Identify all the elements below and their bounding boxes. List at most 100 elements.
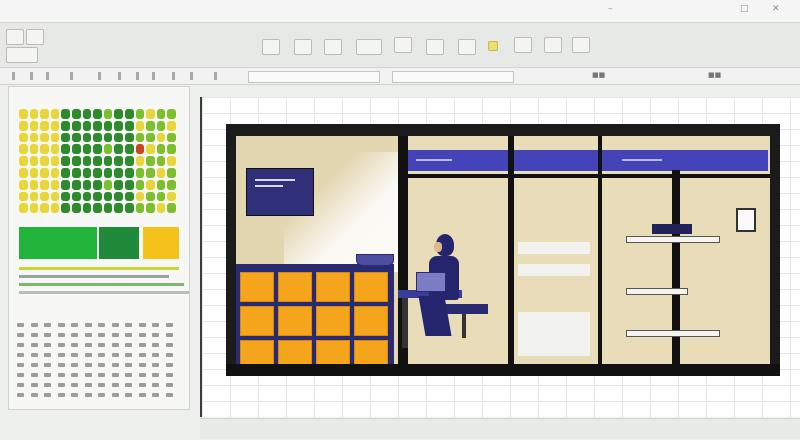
cloud-icon[interactable] — [458, 39, 476, 55]
chart-icon[interactable] — [356, 39, 382, 55]
heatmap-cell — [167, 109, 176, 119]
grid-value-mark — [152, 323, 159, 327]
maximize-icon[interactable]: □ — [740, 4, 749, 14]
dark-green-swatch[interactable] — [99, 227, 139, 259]
paste-icon[interactable] — [6, 47, 38, 63]
heatmap-cell — [40, 120, 49, 131]
heatmap-cell — [156, 109, 166, 119]
heatmap-cell — [93, 120, 102, 131]
toolbar-tick[interactable] — [190, 72, 193, 80]
toolbar-tick[interactable] — [46, 72, 49, 80]
cell-reference-box[interactable] — [248, 71, 380, 83]
print-icon[interactable] — [514, 37, 532, 53]
heatmap-cell — [146, 203, 155, 214]
shelf — [626, 236, 720, 243]
heatmap-cell — [125, 156, 134, 166]
toolbar-tick[interactable] — [136, 72, 139, 80]
grid-value-mark — [138, 363, 146, 367]
cut-icon[interactable] — [26, 29, 44, 45]
yellow-swatch[interactable] — [143, 227, 179, 259]
heatmap-cell — [103, 156, 113, 166]
zoom-icon[interactable]: ■■ — [708, 71, 721, 79]
formula-input[interactable] — [392, 71, 514, 83]
heatmap-cell — [82, 203, 92, 214]
grid-value-mark — [111, 393, 119, 397]
progress-bar — [19, 267, 179, 270]
toolbar-tick[interactable] — [172, 72, 175, 80]
grid-value-mark — [111, 363, 119, 367]
heatmap-cell — [146, 120, 155, 131]
grid-value-mark — [17, 333, 24, 337]
grid-value-mark — [111, 353, 119, 357]
toolbar-tick[interactable] — [118, 72, 121, 80]
heatmap-cell — [93, 109, 102, 119]
grid-value-mark — [17, 393, 24, 397]
title-bar: – □ ✕ — [0, 0, 800, 23]
heatmap-cell — [135, 120, 145, 131]
format-icon[interactable] — [262, 39, 280, 55]
heatmap-cell — [93, 132, 102, 143]
clipboard-icon[interactable] — [6, 29, 24, 45]
heatmap-cell — [114, 144, 123, 155]
user-icon[interactable] — [572, 37, 590, 53]
counter — [518, 312, 590, 356]
close-icon[interactable]: ✕ — [772, 4, 780, 14]
grid-value-mark — [98, 343, 105, 347]
heatmap-cell — [93, 203, 102, 214]
heatmap-cell — [82, 109, 92, 119]
heatmap-cell — [93, 179, 102, 190]
minimize-icon[interactable]: – — [608, 4, 613, 14]
bulb-icon[interactable] — [488, 41, 498, 51]
heatmap-cell — [103, 179, 113, 190]
heatmap-cell — [19, 132, 28, 143]
heatmap-cell — [103, 168, 113, 178]
toolbar-tick[interactable] — [214, 72, 217, 80]
cabinet-drawer — [316, 306, 350, 336]
progress-bar — [19, 275, 169, 278]
toolbar-tick[interactable] — [30, 72, 33, 80]
toolbar-tick[interactable] — [152, 72, 155, 80]
heatmap-cell — [50, 120, 60, 131]
formula-bar: ■■ ■■ — [0, 68, 800, 85]
folder-icon[interactable] — [394, 37, 412, 53]
grid-value-mark — [84, 343, 92, 347]
share-icon[interactable] — [544, 37, 562, 53]
grid-value-mark — [30, 383, 38, 387]
grid-value-mark — [84, 323, 92, 327]
heatmap-cell — [61, 120, 70, 131]
grid-value-mark — [152, 343, 159, 347]
toolbar-tick[interactable] — [70, 72, 73, 80]
grid-value-mark — [71, 393, 78, 397]
heatmap-cell — [146, 109, 155, 119]
image-icon[interactable] — [324, 39, 342, 55]
heatmap-cell — [156, 120, 166, 131]
grid-value-mark — [165, 353, 173, 357]
heatmap-cell — [93, 191, 102, 202]
grid-col-line — [790, 97, 791, 417]
heatmap-cell — [72, 120, 81, 131]
toolbar-tick[interactable] — [98, 72, 101, 80]
green-swatch[interactable] — [19, 227, 97, 259]
grid-value-mark — [71, 353, 78, 357]
heatmap-cell — [135, 179, 145, 190]
heatmap-cell — [156, 132, 166, 143]
heatmap-cell — [156, 144, 166, 155]
window-header-banner — [514, 150, 598, 171]
heatmap-cell — [167, 179, 176, 190]
sheet-icon[interactable] — [426, 39, 444, 55]
grid-value-mark — [44, 363, 51, 367]
heatmap-cell — [103, 191, 113, 202]
heatmap-cell — [125, 144, 134, 155]
heatmap-cell — [19, 203, 28, 214]
grid-value-mark — [30, 323, 38, 327]
grid-value-mark — [125, 333, 132, 337]
view-toggle-icon[interactable]: ■■ — [592, 71, 605, 79]
horizontal-scrollbar[interactable] — [200, 418, 800, 439]
toolbar-tick[interactable] — [12, 72, 15, 80]
grid-value-mark — [152, 363, 159, 367]
grid-value-mark — [17, 323, 24, 327]
table-icon[interactable] — [294, 39, 312, 55]
heatmap-cell — [103, 144, 113, 155]
heatmap-cell — [156, 168, 166, 178]
heatmap-cell — [146, 144, 155, 155]
